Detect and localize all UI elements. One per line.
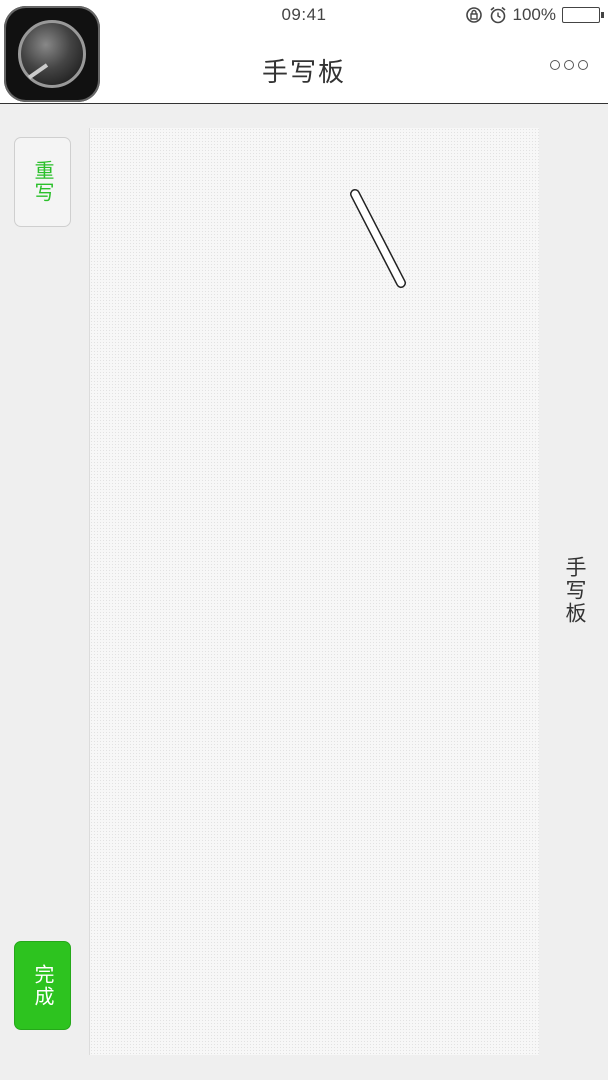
knob-dial [18, 20, 86, 88]
canvas-side-label: 手写板 [556, 556, 592, 636]
battery-icon [562, 7, 604, 23]
rotation-lock-icon [465, 7, 482, 23]
status-right: 100% [465, 5, 604, 25]
battery-percent: 100% [512, 5, 556, 24]
canvas-side-label-text: 手写板 [563, 556, 586, 625]
alarm-icon [490, 6, 506, 24]
handwriting-stroke [350, 189, 406, 288]
handwriting-canvas[interactable] [89, 128, 539, 1055]
done-button[interactable]: 完成 [14, 941, 71, 1030]
done-button-label: 完成 [31, 963, 53, 1008]
rewrite-button[interactable]: 重写 [14, 137, 71, 227]
more-dots-icon [550, 60, 560, 70]
knob-icon[interactable] [4, 6, 100, 102]
more-options-button[interactable] [550, 60, 588, 70]
rewrite-button-label: 重写 [31, 160, 53, 204]
